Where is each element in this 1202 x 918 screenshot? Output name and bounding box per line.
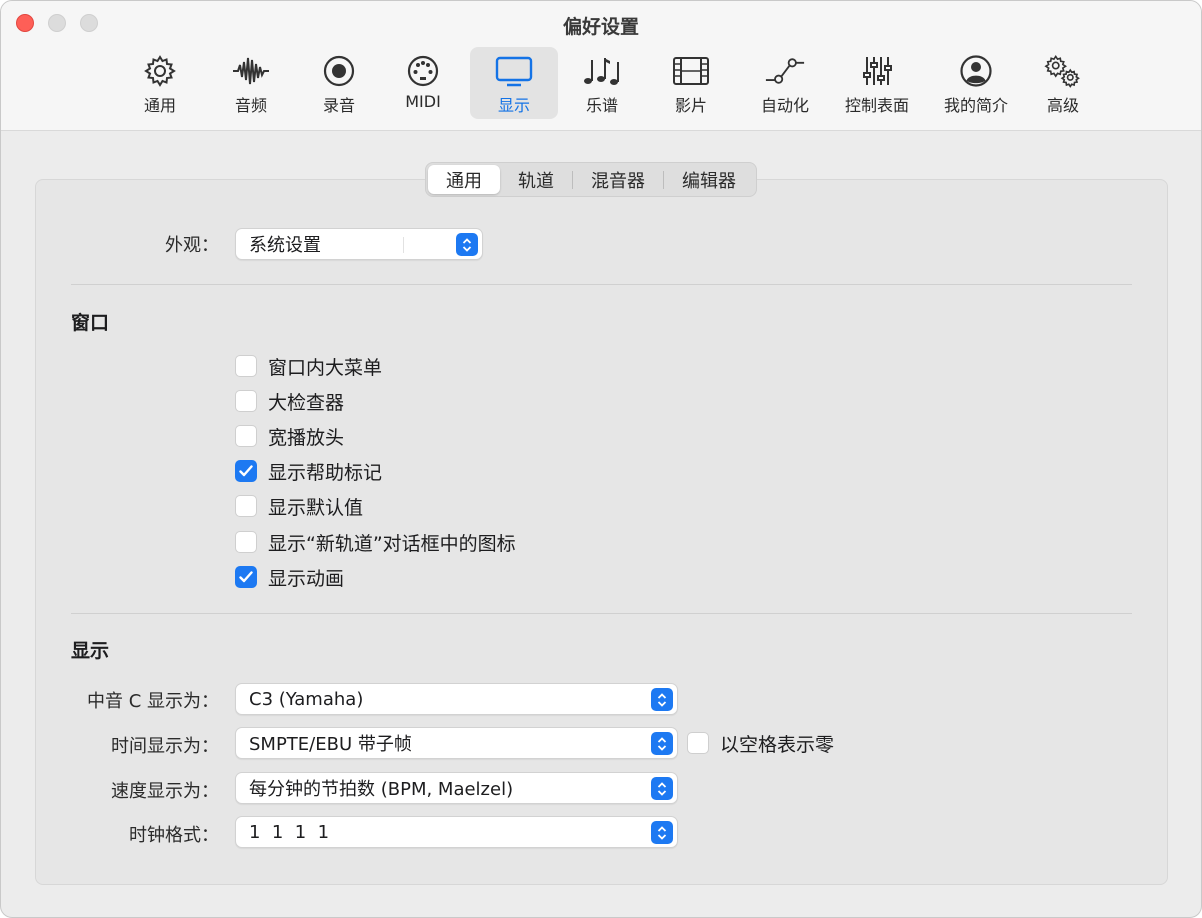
checkbox[interactable] — [235, 425, 257, 447]
subtab-control: 通用 轨道 混音器 编辑器 — [425, 162, 757, 197]
toolbar-automation[interactable]: 自动化 — [741, 47, 829, 119]
clock-format-popup[interactable]: 1 1 1 1 — [235, 816, 678, 848]
toolbar-advanced[interactable]: 高级 — [1019, 47, 1107, 119]
appearance-label: 外观： — [165, 235, 219, 256]
faders-icon — [857, 53, 897, 89]
tempo-display-popup[interactable]: 每分钟的节拍数 (BPM, Maelzel) — [235, 772, 678, 804]
tab-editors[interactable]: 编辑器 — [664, 165, 754, 194]
option-help-tags[interactable]: 显示帮助标记 — [235, 459, 383, 484]
popup-separator — [403, 237, 404, 253]
tab-tracks[interactable]: 轨道 — [500, 165, 572, 194]
gears-icon — [1043, 53, 1083, 89]
popup-arrows-icon — [651, 821, 673, 844]
option-label: 显示帮助标记 — [268, 461, 383, 484]
option-label: 宽播放头 — [268, 426, 345, 449]
checkbox[interactable] — [235, 531, 257, 553]
checkbox-checked[interactable] — [235, 460, 257, 482]
gear-icon — [140, 53, 180, 89]
toolbar-label: 显示 — [497, 96, 530, 115]
checkbox[interactable] — [235, 355, 257, 377]
toolbar-label: 乐谱 — [585, 96, 618, 115]
time-display-popup[interactable]: SMPTE/EBU 带子帧 — [235, 727, 678, 759]
time-display-value: SMPTE/EBU 带子帧 — [249, 734, 412, 755]
option-wide-playhead[interactable]: 宽播放头 — [235, 424, 345, 449]
toolbar-control-surfaces[interactable]: 控制表面 — [833, 47, 921, 119]
windows-section-title: 窗口 — [71, 312, 110, 334]
option-label: 显示“新轨道”对话框中的图标 — [268, 532, 516, 555]
display-icon — [494, 53, 534, 89]
automation-curve-icon — [765, 53, 805, 89]
clock-format-label: 时钟格式： — [129, 825, 219, 846]
toolbar-label: 控制表面 — [844, 96, 909, 115]
film-strip-icon — [671, 53, 711, 89]
option-large-inspector[interactable]: 大检查器 — [235, 389, 345, 414]
option-large-menus[interactable]: 窗口内大菜单 — [235, 354, 383, 379]
option-new-track-icons[interactable]: 显示“新轨道”对话框中的图标 — [235, 530, 516, 555]
tempo-display-value: 每分钟的节拍数 (BPM, Maelzel) — [249, 779, 514, 800]
tab-general[interactable]: 通用 — [428, 165, 500, 194]
option-label: 窗口内大菜单 — [268, 356, 383, 379]
checkbox[interactable] — [235, 495, 257, 517]
window-title: 偏好设置 — [562, 16, 639, 38]
middle-c-value: C3 (Yamaha) — [249, 688, 364, 710]
option-label: 显示动画 — [268, 567, 345, 590]
toolbar-display[interactable]: 显示 — [470, 47, 558, 119]
time-display-label: 时间显示为： — [111, 736, 219, 757]
music-notes-icon — [582, 53, 622, 89]
toolbar-audio[interactable]: 音频 — [207, 47, 295, 119]
appearance-value: 系统设置 — [249, 235, 321, 256]
waveform-icon — [231, 53, 271, 89]
option-label: 以空格表示零 — [720, 733, 835, 756]
popup-arrows-icon — [651, 688, 673, 711]
tempo-display-label: 速度显示为： — [111, 781, 219, 802]
toolbar-label: 录音 — [322, 96, 355, 115]
toolbar-midi[interactable]: MIDI — [379, 47, 467, 119]
option-default-values[interactable]: 显示默认值 — [235, 494, 364, 519]
section-divider — [71, 284, 1132, 285]
toolbar-label: MIDI — [405, 92, 441, 111]
appearance-popup[interactable]: 系统设置 — [235, 228, 483, 260]
popup-arrows-icon — [651, 777, 673, 800]
profile-icon — [956, 53, 996, 89]
toolbar-movie[interactable]: 影片 — [647, 47, 735, 119]
popup-arrows-icon — [456, 233, 478, 256]
preferences-window: 偏好设置 通用 音频 录音 MIDI 显示 乐谱 影片 自动化 控制表面 我的简… — [0, 0, 1202, 918]
option-space-as-zero[interactable]: 以空格表示零 — [687, 731, 835, 756]
option-label: 大检查器 — [268, 391, 345, 414]
toolbar-score[interactable]: 乐谱 — [558, 47, 646, 119]
option-animations[interactable]: 显示动画 — [235, 565, 345, 590]
toolbar-recording[interactable]: 录音 — [295, 47, 383, 119]
midi-port-icon — [403, 53, 443, 89]
toolbar-label: 影片 — [674, 96, 707, 115]
tab-mixer[interactable]: 混音器 — [573, 165, 663, 194]
record-icon — [319, 53, 359, 89]
display-section-title: 显示 — [71, 640, 110, 662]
middle-c-label: 中音 C 显示为： — [86, 691, 219, 712]
checkbox[interactable] — [687, 732, 709, 754]
toolbar-label: 音频 — [234, 96, 267, 115]
toolbar-my-info[interactable]: 我的简介 — [932, 47, 1020, 119]
toolbar-general[interactable]: 通用 — [116, 47, 204, 119]
option-label: 显示默认值 — [268, 496, 364, 519]
toolbar-label: 高级 — [1046, 96, 1079, 115]
checkbox-checked[interactable] — [235, 566, 257, 588]
popup-arrows-icon — [651, 732, 673, 755]
middle-c-popup[interactable]: C3 (Yamaha) — [235, 683, 678, 715]
checkbox[interactable] — [235, 390, 257, 412]
toolbar-label: 通用 — [143, 96, 176, 115]
clock-format-value: 1 1 1 1 — [249, 821, 330, 843]
title-bar: 偏好设置 通用 音频 录音 MIDI 显示 乐谱 影片 自动化 控制表面 我的简… — [1, 1, 1201, 131]
section-divider — [71, 613, 1132, 614]
toolbar-label: 自动化 — [760, 96, 809, 115]
toolbar-label: 我的简介 — [943, 96, 1008, 115]
